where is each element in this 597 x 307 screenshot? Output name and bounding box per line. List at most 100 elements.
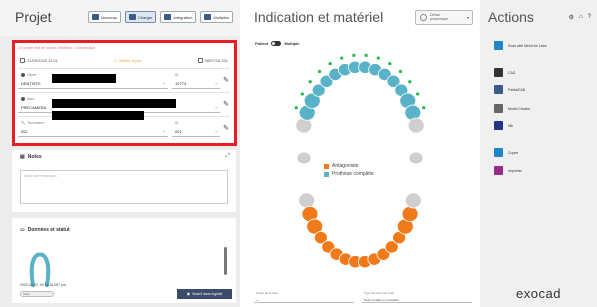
tab-integration-label: Intégration <box>173 14 193 20</box>
neutral-tooth[interactable] <box>296 151 312 165</box>
load-icon <box>129 14 137 20</box>
tab-integration[interactable]: Intégration <box>160 11 197 23</box>
multiple-icon <box>204 14 212 20</box>
scanner-icon: ▣ <box>186 292 191 296</box>
project-title: Projet <box>15 9 52 25</box>
scan-type-field[interactable]: Type de scan par scan Scan modèle en occ… <box>362 291 472 303</box>
scan-select[interactable]: Scan <box>20 291 54 297</box>
scan-software-button[interactable]: ▣ Scan3 dans logiciel <box>177 289 232 299</box>
tooth-marker-dot <box>340 56 344 60</box>
action-model-creator[interactable]: Model Creator <box>494 104 530 113</box>
client-id-field[interactable]: ID 10774 ⌄ <box>172 72 220 89</box>
action-print-label: Imprimer <box>508 168 522 173</box>
notes-card: ▤ Notes ⤢ Saisir une remarque... <box>12 150 236 212</box>
legend-item-antagonist: Antagoniste <box>324 163 374 169</box>
technician-id-field[interactable]: ID 001 ⌄ <box>172 120 220 137</box>
tooth-marker-dot <box>408 80 412 84</box>
client-row: Client DENTISTE ⌄ ID 10774 ⌄ ✎ <box>18 68 230 90</box>
notes-icon: ▤ <box>20 154 25 160</box>
integration-icon <box>164 14 172 20</box>
person-icon <box>21 97 25 101</box>
patient-label: Nom <box>21 97 34 101</box>
status-indicator: ⚠ Mettre à jour <box>114 58 142 63</box>
tooth-marker-dot <box>398 69 403 74</box>
action-partialcad[interactable]: PartialCAD <box>494 85 525 94</box>
scan-type-value: Scan modèle en occlusion <box>364 298 400 302</box>
status-title: Données et statut <box>27 227 70 233</box>
action-cad[interactable]: CAD <box>494 68 515 77</box>
lower-tooth[interactable] <box>404 192 422 209</box>
lock-icon[interactable]: ⌂ <box>579 14 583 21</box>
tab-multiple[interactable]: Multiples <box>200 11 234 23</box>
warning-icon: ⚠ <box>113 58 118 63</box>
status-scrollbar[interactable] <box>224 247 227 275</box>
tab-new[interactable]: Nouveau <box>88 11 122 23</box>
edit-technician-pencil-icon[interactable]: ✎ <box>223 125 230 132</box>
tooth-marker-dot <box>422 106 426 110</box>
client-label-text: Client <box>27 73 36 77</box>
tooth-marker-dot <box>364 53 368 57</box>
tab-load-label: Charger <box>138 14 153 20</box>
neutral-tooth[interactable] <box>408 151 424 165</box>
chevron-down-icon: ▾ <box>466 15 469 20</box>
created-date-value: 21/09/2025 11:51 <box>27 58 58 63</box>
technician-field[interactable]: 🔧 Technicien ISC ⌄ <box>18 120 168 137</box>
technician-label-text: Technicien <box>27 121 44 125</box>
project-header: Projet Nouveau Charger Intégration Multi… <box>0 0 240 36</box>
indication-selector[interactable]: Défaut anatomique ▾ <box>415 10 473 25</box>
created-date: 21/09/2025 11:51 <box>20 58 58 63</box>
action-scan-mesh-label: Scan with Mesh for Labs <box>508 43 547 48</box>
copy-icon <box>494 148 503 157</box>
action-copy[interactable]: Copier <box>494 148 518 157</box>
calendar-icon <box>20 58 25 63</box>
notes-textarea[interactable]: Saisir une remarque... <box>20 170 228 204</box>
circle-icon <box>420 14 427 21</box>
project-mode-tabs: Nouveau Charger Intégration Multiples <box>88 11 234 23</box>
legend-label-prosthesis: Prothèse complète <box>332 171 374 177</box>
redaction-bar <box>52 99 176 108</box>
edit-patient-pencil-icon[interactable]: ✎ <box>223 101 230 108</box>
actions-title: Actions <box>488 9 534 25</box>
notes-placeholder: Saisir une remarque... <box>24 174 59 178</box>
lower-tooth[interactable] <box>298 192 316 209</box>
calendar-icon <box>197 58 203 63</box>
tooth-marker-dot <box>416 92 420 96</box>
tab-multiple-label: Multiples <box>213 14 230 20</box>
lower-tooth[interactable] <box>401 205 419 222</box>
modified-date: 08/07/16 031 <box>197 58 228 63</box>
scan-mesh-icon <box>494 41 503 50</box>
client-id-value: 10774 <box>175 81 187 86</box>
tooth-marker-dot <box>328 61 332 66</box>
selector-line2: anatomique <box>430 17 449 21</box>
tooth-marker-dot <box>352 53 356 57</box>
tooth-marker-dot <box>308 80 312 84</box>
notes-header: ▤ Notes <box>20 154 42 160</box>
action-print[interactable]: Imprimer <box>494 166 522 175</box>
technician-id-label: ID <box>175 121 179 125</box>
project-meta-row: 21/09/2025 11:51 ⚠ Mettre à jour 08/07/16… <box>20 58 228 63</box>
chevron-down-icon: ⌄ <box>162 128 166 133</box>
upper-tooth[interactable] <box>407 117 425 134</box>
patient-label-text: Nom <box>27 97 35 101</box>
gear-icon[interactable]: ⚙ <box>569 14 574 21</box>
scan-date: 2020-02-21, 00:11:16.087 pm <box>20 283 66 287</box>
tooth-shade-field[interactable]: Teinte de la dent — <box>254 291 354 303</box>
tooth-marker-dot <box>294 106 298 110</box>
chevron-down-icon: ⌄ <box>162 80 166 85</box>
patient-value: PRECAMERA <box>21 105 47 110</box>
edit-client-pencil-icon[interactable]: ✎ <box>223 77 230 84</box>
action-scan-mesh[interactable]: Scan with Mesh for Labs <box>494 41 546 50</box>
data-icon: ▭ <box>20 227 25 233</box>
help-icon[interactable]: ? <box>588 14 591 21</box>
action-nik[interactable]: Nik <box>494 121 513 130</box>
cad-icon <box>494 68 503 77</box>
wrench-icon: 🔧 <box>21 121 26 125</box>
tab-load[interactable]: Charger <box>125 11 157 23</box>
expand-icon[interactable]: ⤢ <box>225 153 230 160</box>
legend-item-complete-prosthesis: Prothèse complète <box>324 171 374 177</box>
action-model-creator-label: Model Creator <box>508 106 531 111</box>
chevron-down-icon: ⌄ <box>214 104 218 109</box>
project-warning-text: Le projet est en cours d'édition / conce… <box>18 45 96 50</box>
project-info-card: Le projet est en cours d'édition / conce… <box>12 42 236 144</box>
new-icon <box>92 14 99 20</box>
